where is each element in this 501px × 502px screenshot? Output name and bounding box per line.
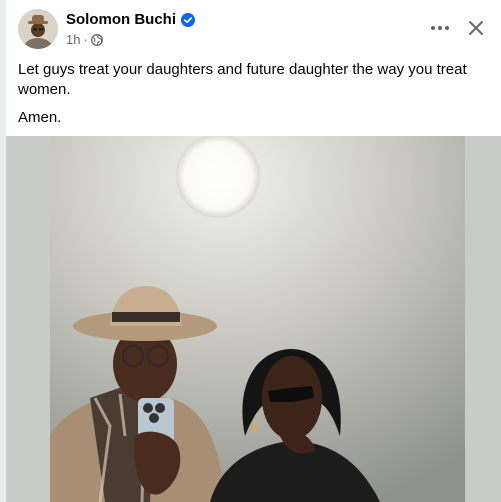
post-timestamp[interactable]: 1h (66, 32, 80, 47)
globe-icon[interactable] (90, 33, 103, 46)
more-horizontal-icon (430, 25, 450, 31)
close-button[interactable] (462, 14, 490, 42)
post-meta: 1h · (66, 32, 103, 47)
author-name[interactable]: Solomon Buchi (66, 11, 176, 28)
close-icon (469, 21, 483, 35)
post-text: Let guys treat your daughters and future… (18, 60, 493, 128)
more-options-button[interactable] (426, 14, 454, 42)
avatar[interactable] (18, 9, 58, 49)
meta-separator: · (83, 32, 88, 47)
author-row: Solomon Buchi (66, 11, 195, 28)
avatar-image (18, 9, 58, 49)
post-text-line: Let guys treat your daughters and future… (18, 61, 467, 98)
mirror-selfie-photo (50, 136, 465, 502)
post-photo[interactable] (6, 136, 501, 502)
post-card: Solomon Buchi 1h · Let guys treat your d… (6, 0, 501, 502)
verified-badge-icon (181, 12, 195, 27)
post-header: Solomon Buchi 1h · (6, 0, 501, 56)
post-text-line: Amen. (18, 109, 62, 126)
photo-content (50, 136, 465, 502)
